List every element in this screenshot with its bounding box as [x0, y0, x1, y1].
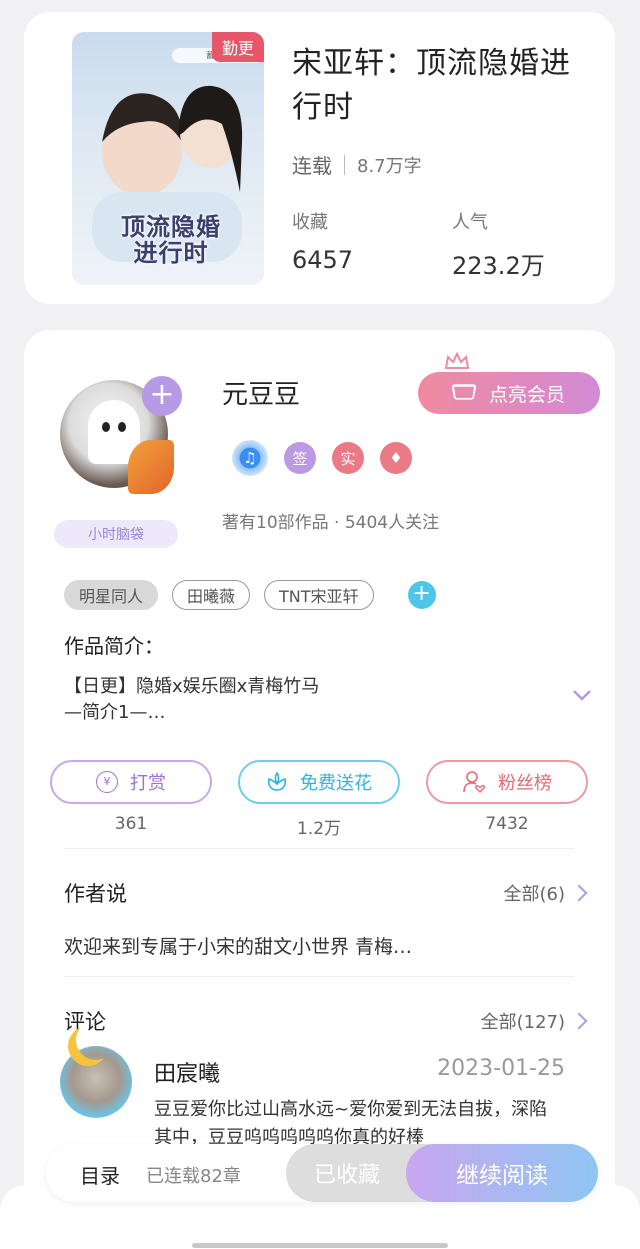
gem-icon	[451, 384, 477, 400]
vip-badge-icon[interactable]: ♦	[380, 442, 412, 474]
moon-icon	[76, 1020, 116, 1060]
divider	[64, 848, 574, 849]
chevron-right-icon	[570, 1012, 588, 1030]
continue-reading-button[interactable]: 继续阅读	[406, 1144, 598, 1202]
popularity-value: 223.2万	[452, 252, 545, 280]
fans-rank-label: 粉丝榜	[498, 773, 552, 794]
comment-date: 2023-01-25	[437, 1056, 565, 1081]
popularity-stat: 人气 223.2万	[452, 208, 545, 281]
commenter-avatar[interactable]	[60, 1046, 132, 1118]
author-badges: ♫ 签 实 ♦	[232, 440, 412, 476]
free-flower-button[interactable]: 免费送花 1.2万	[238, 760, 400, 839]
tag-item[interactable]: 明星同人	[64, 580, 159, 610]
favorites-label: 收藏	[292, 212, 328, 233]
chapter-count[interactable]: 已连载82章	[146, 1162, 241, 1188]
reward-count: 361	[114, 814, 148, 834]
home-indicator	[192, 1243, 448, 1248]
vip-button[interactable]: 点亮会员	[418, 372, 600, 414]
flower-icon	[267, 771, 287, 791]
author-card: + 小时脑袋 元豆豆 点亮会员 ♫ 签 实 ♦ 著有10部作品 · 5404人关…	[24, 330, 615, 1230]
book-cover[interactable]: 蓄水中 勤更 顶流隐婚 进行时	[72, 32, 264, 285]
koi-icon	[128, 440, 174, 494]
divider	[64, 976, 574, 977]
fans-rank-button[interactable]: 粉丝榜 7432	[426, 760, 588, 834]
popularity-label: 人气	[452, 212, 488, 233]
author-says-title: 作者说	[64, 882, 127, 906]
toc-button[interactable]: 目录	[80, 1160, 120, 1189]
coin-icon: ¥	[96, 771, 118, 793]
word-count: 8.7万字	[357, 155, 422, 177]
avatar-tag: 小时脑袋	[54, 520, 178, 548]
add-tag-button[interactable]: +	[407, 581, 436, 609]
reward-button[interactable]: ¥ 打赏 361	[50, 760, 212, 834]
follow-button[interactable]: +	[142, 376, 182, 416]
free-flower-label: 免费送花	[300, 773, 372, 794]
author-says-text[interactable]: 欢迎来到专属于小宋的甜文小世界 青梅…	[64, 932, 412, 959]
comments-more[interactable]: 全部(127)	[480, 1008, 588, 1034]
author-name[interactable]: 元豆豆	[222, 374, 300, 411]
vip-button-label: 点亮会员	[488, 383, 565, 406]
book-card: 蓄水中 勤更 顶流隐婚 进行时 宋亚轩：顶流隐婚进行时 连载 8.7万字 收藏 …	[24, 12, 615, 304]
person-heart-icon	[463, 771, 486, 793]
book-status: 连载	[292, 154, 332, 178]
author-says-more[interactable]: 全部(6)	[503, 880, 588, 906]
commenter-name[interactable]: 田宸曦	[154, 1056, 220, 1088]
flower-count: 1.2万	[296, 819, 342, 839]
fans-count: 7432	[485, 814, 529, 834]
chevron-right-icon	[570, 884, 588, 902]
tag-item[interactable]: TNT宋亚轩	[264, 580, 374, 610]
favorites-value: 6457	[292, 246, 354, 274]
signed-badge[interactable]: 签	[284, 442, 316, 474]
intro-text[interactable]: 【日更】隐婚x娱乐圈x青梅竹马 —简介1—…	[64, 674, 534, 726]
works-info: 著有10部作品 · 5404人关注	[222, 513, 440, 533]
verified-badge[interactable]: 实	[332, 442, 364, 474]
author-says-more-label: 全部(6)	[503, 884, 566, 905]
crown-icon	[444, 352, 470, 369]
book-meta: 连载 8.7万字	[292, 150, 422, 179]
comments-more-label: 全部(127)	[480, 1012, 565, 1033]
tag-item[interactable]: 田曦薇	[172, 580, 251, 610]
reward-label: 打赏	[130, 773, 166, 794]
tag-row: 明星同人 田曦薇 TNT宋亚轩 +	[64, 580, 436, 610]
chevron-down-icon[interactable]	[572, 688, 592, 702]
intro-label: 作品简介：	[64, 634, 164, 658]
cover-title: 顶流隐婚 进行时	[121, 213, 221, 267]
meta-divider	[344, 154, 345, 175]
music-badge-icon[interactable]: ♫	[232, 440, 268, 476]
favorites-stat: 收藏 6457	[292, 208, 353, 274]
book-title: 宋亚轩：顶流隐婚进行时	[292, 46, 571, 125]
